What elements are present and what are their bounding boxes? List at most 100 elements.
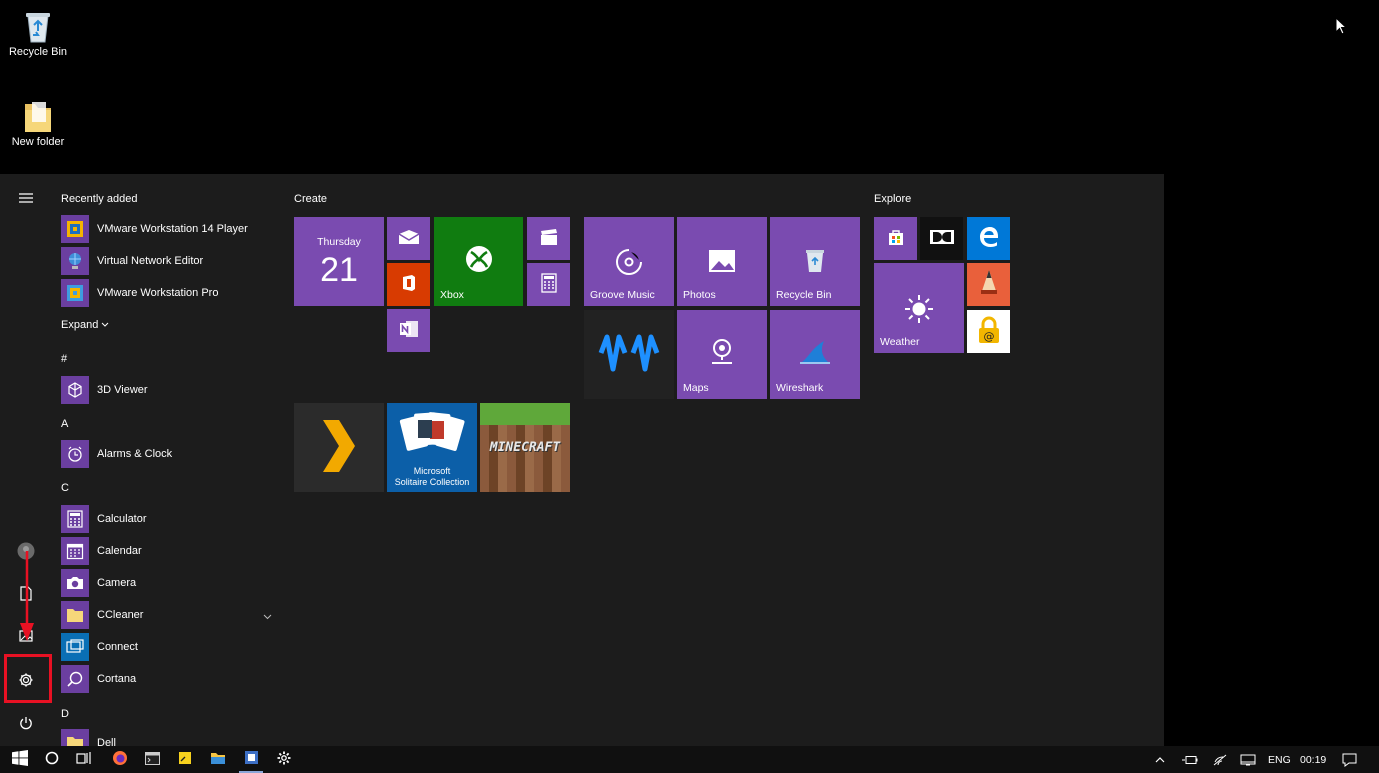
tray-display-icon[interactable]: [1240, 746, 1256, 773]
app-label: 3D Viewer: [97, 384, 148, 396]
onenote-icon: [398, 319, 420, 342]
firefox-icon: [112, 750, 128, 769]
tile-calendar-day: Thursday: [317, 236, 361, 248]
cortana-search-button[interactable]: [40, 746, 64, 773]
tile-dolby[interactable]: [920, 217, 963, 260]
mail-icon: [398, 229, 420, 248]
app-cortana[interactable]: Cortana: [61, 665, 276, 693]
tile-solitaire-line1: Microsoft: [413, 466, 451, 476]
tile-audio-app[interactable]: [584, 310, 674, 399]
app-connect[interactable]: Connect: [61, 633, 276, 661]
gear-icon: [277, 751, 291, 768]
tile-onenote[interactable]: [387, 309, 430, 352]
hamburger-icon: [19, 192, 33, 206]
tile-office[interactable]: [387, 263, 430, 306]
svg-text:@: @: [983, 330, 994, 343]
settings-button[interactable]: [12, 667, 40, 695]
tile-edge[interactable]: [967, 217, 1010, 260]
tile-calendar-date: 21: [320, 251, 358, 289]
power-icon: [19, 716, 33, 733]
section-letter-hash[interactable]: #: [61, 353, 67, 365]
expand-label: Expand: [61, 319, 99, 331]
tile-weather[interactable]: Weather: [874, 263, 964, 353]
tile-movies-tv[interactable]: [527, 217, 570, 260]
globe-network-icon: [61, 247, 89, 275]
taskbar-file-explorer[interactable]: [206, 746, 230, 773]
tile-xbox[interactable]: Xbox: [434, 217, 523, 306]
waveform-icon: [597, 329, 661, 380]
taskbar-firefox[interactable]: [108, 746, 132, 773]
desktop-icon-label: New folder: [11, 136, 65, 148]
task-view-icon: [76, 751, 92, 768]
app-label: Camera: [97, 577, 137, 589]
plex-chevron-icon: [319, 418, 359, 477]
section-letter-a[interactable]: A: [61, 418, 68, 430]
power-button[interactable]: [12, 710, 40, 738]
task-view-button[interactable]: [72, 746, 96, 773]
taskbar-sticky-notes[interactable]: [173, 746, 197, 773]
tile-mail[interactable]: [387, 217, 430, 260]
start-rail: [0, 174, 52, 746]
section-letter-d[interactable]: D: [61, 708, 69, 720]
tile-recycle-bin[interactable]: Recycle Bin: [770, 217, 860, 306]
taskbar-app-blue[interactable]: [239, 746, 263, 773]
expand-button[interactable]: Expand: [61, 319, 109, 331]
chevron-down-icon: [101, 319, 109, 331]
gear-icon: [18, 672, 34, 691]
tray-chevron-up-icon[interactable]: [1155, 746, 1165, 773]
tile-photos[interactable]: Photos: [677, 217, 767, 306]
tile-minecraft[interactable]: MINECRAFT: [480, 403, 570, 492]
app-label: VMware Workstation 14 Player: [97, 223, 248, 235]
app-vmware-player[interactable]: VMware Workstation 14 Player: [61, 215, 276, 243]
start-button[interactable]: [6, 746, 34, 773]
edge-icon: [978, 226, 1000, 251]
tile-store[interactable]: [874, 217, 917, 260]
app-camera[interactable]: Camera: [61, 569, 276, 597]
app-label: Cortana: [97, 673, 137, 685]
tile-label: Maps: [683, 382, 709, 394]
sticky-note-icon: [178, 751, 192, 768]
app-vmware-pro[interactable]: VMware Workstation Pro: [61, 279, 276, 307]
tray-notifications-icon[interactable]: [1342, 746, 1357, 773]
tile-lock-app[interactable]: @: [967, 310, 1010, 353]
sun-icon: [903, 293, 935, 328]
section-letter-c[interactable]: C: [61, 482, 69, 494]
recycle-bin-icon: [22, 8, 54, 43]
group-header-explore[interactable]: Explore: [874, 193, 911, 205]
xbox-icon: [465, 245, 493, 276]
desktop-icon-new-folder[interactable]: New folder: [6, 98, 70, 148]
tile-solitaire-line2: Solitaire Collection: [394, 477, 470, 487]
hamburger-menu-button[interactable]: [12, 185, 40, 213]
app-dell[interactable]: Dell: [61, 729, 276, 746]
tile-wireshark[interactable]: Wireshark: [770, 310, 860, 399]
app-calendar[interactable]: Calendar: [61, 537, 276, 565]
shark-fin-icon: [798, 338, 832, 369]
desktop-icon-recycle-bin[interactable]: Recycle Bin: [6, 8, 70, 58]
recycle-bin-icon: [803, 247, 827, 276]
tile-maps[interactable]: Maps: [677, 310, 767, 399]
photos-icon: [708, 249, 736, 276]
app-ccleaner[interactable]: CCleaner: [61, 601, 281, 629]
padlock-icon: @: [977, 316, 1001, 347]
taskbar-settings[interactable]: [272, 746, 296, 773]
app-label: Virtual Network Editor: [97, 255, 204, 267]
tile-calendar[interactable]: Thursday 21: [294, 217, 384, 306]
tile-solitaire[interactable]: Microsoft Solitaire Collection: [387, 403, 477, 492]
tile-plex[interactable]: [294, 403, 384, 492]
map-pin-icon: [709, 338, 735, 369]
app-3d-viewer[interactable]: 3D Viewer: [61, 376, 276, 404]
app-virtual-network-editor[interactable]: Virtual Network Editor: [61, 247, 276, 275]
chevron-down-icon[interactable]: [263, 611, 272, 623]
app-calculator[interactable]: Calculator: [61, 505, 276, 533]
tray-clock[interactable]: 00:19: [1300, 746, 1326, 773]
tray-wifi-icon[interactable]: [1213, 746, 1227, 773]
app-alarms-clock[interactable]: Alarms & Clock: [61, 440, 276, 468]
tray-battery-icon[interactable]: [1182, 746, 1198, 773]
group-header-create[interactable]: Create: [294, 193, 327, 205]
recently-added-header: Recently added: [61, 193, 138, 205]
tile-groove-music[interactable]: Groove Music: [584, 217, 674, 306]
tray-language[interactable]: ENG: [1268, 746, 1291, 773]
taskbar-terminal[interactable]: [140, 746, 164, 773]
tile-calculator[interactable]: [527, 263, 570, 306]
tile-sketch-app[interactable]: [967, 263, 1010, 306]
